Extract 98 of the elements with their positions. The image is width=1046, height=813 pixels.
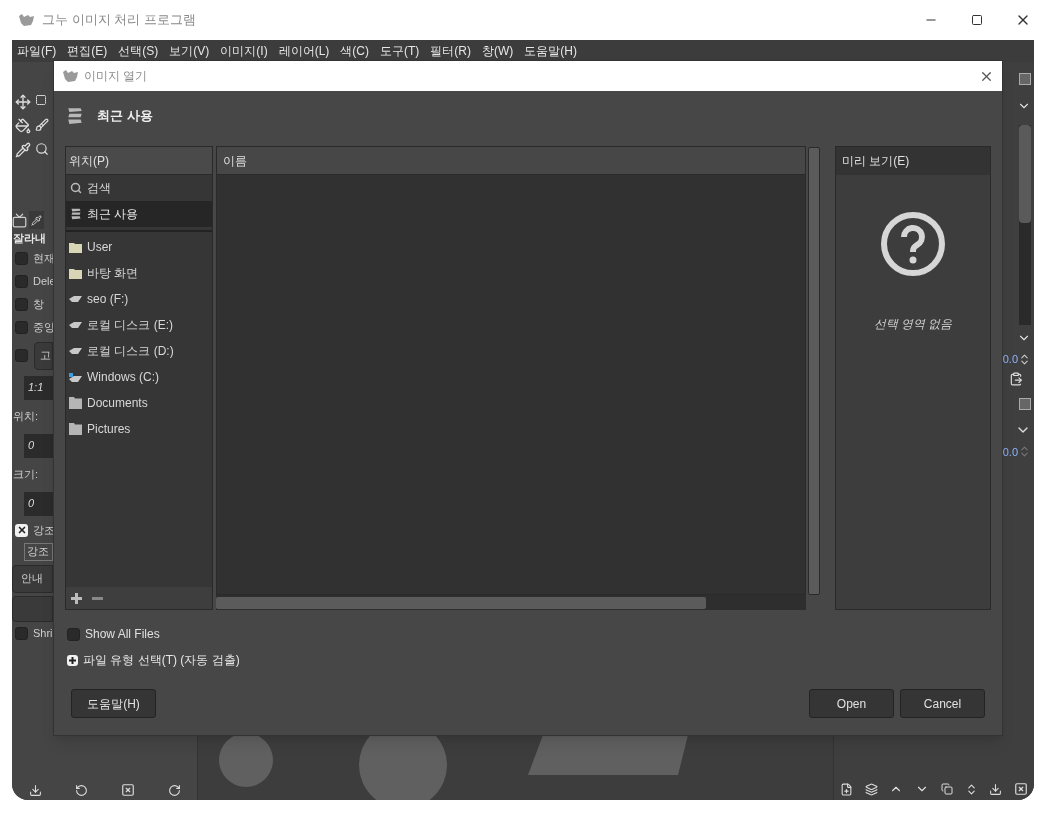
menu-item[interactable]: 도움말(H) [524,42,577,60]
rectangle-select-icon[interactable] [35,94,47,106]
menu-item[interactable]: 도구(T) [380,42,420,60]
option-label: Shri [33,625,53,641]
spin-value[interactable]: 0.0 [1002,443,1018,460]
checkbox[interactable] [15,349,28,362]
menu-item[interactable]: 색(C) [340,42,369,60]
option-label: 현재 [33,250,55,266]
column-header[interactable]: 위치(P) [66,147,212,175]
preview-message: 선택 영역 없음 [873,316,953,333]
dialog-button[interactable]: Cancel [900,689,985,718]
file-type-expander[interactable]: 파일 유형 선택(T) (자동 검출) [83,651,240,669]
menu-item[interactable]: 파일(F) [17,42,57,60]
location-label: 최근 사용 [97,107,153,126]
field-label: 크기: [12,467,40,483]
expand-icon[interactable] [67,654,78,666]
folder-icon [69,267,82,279]
place-item[interactable]: 로컬 디스크 (D:) [66,338,212,364]
stack-icon [66,107,84,125]
drive-icon [69,348,82,354]
place-item[interactable]: 바탕 화면 [66,260,212,286]
spin-value[interactable]: 0.0 [1002,351,1018,368]
drive-icon [69,296,82,302]
input-field[interactable]: 0 [24,433,53,458]
stack-icon [69,208,82,220]
tool-options-tab[interactable] [12,212,27,228]
combo-box[interactable]: 강조 [24,542,53,561]
combo-box[interactable]: 고 [34,341,53,370]
panel-menu-icon[interactable] [1019,397,1031,410]
scrollbar[interactable] [1019,125,1031,325]
remove-icon[interactable] [92,596,103,600]
place-item[interactable]: 로컬 디스크 (E:) [66,312,212,338]
device-status-tab[interactable] [29,211,44,229]
menu-item[interactable]: 창(W) [482,42,514,60]
duplicate-icon[interactable] [940,783,953,795]
zoom-icon[interactable] [35,142,49,156]
menu-item[interactable]: 편집(E) [67,42,108,60]
option-label: 강조 [33,522,55,538]
delete-icon[interactable] [120,783,135,797]
reset-icon[interactable] [167,783,181,797]
panel-title: 잘라내 [12,231,47,246]
place-item[interactable]: Documents [66,390,212,416]
checkbox[interactable] [15,523,28,537]
question-icon [880,211,946,277]
window-title: 그누 이미지 처리 프로그램 [42,11,196,30]
column-header[interactable]: 이름 [217,147,805,175]
paste-icon[interactable] [1009,371,1023,386]
dialog-button[interactable]: Open [809,689,894,718]
field-label: 위치: [12,409,40,425]
dialog-button[interactable]: 도움말(H) [71,689,156,718]
bucket-fill-icon[interactable] [15,118,31,134]
layer-group-icon[interactable] [864,782,878,796]
drive-icon [69,372,82,382]
place-item[interactable]: Windows (C:) [66,364,212,390]
drive-icon [69,322,82,328]
checkbox[interactable] [15,626,28,640]
delete-icon[interactable] [1014,782,1029,796]
scrollbar[interactable] [216,596,706,609]
column-header: 미리 보기(E) [836,147,990,175]
menu-item[interactable]: 보기(V) [169,42,210,60]
checkbox[interactable] [15,320,28,334]
option-label: 중앙 [33,319,55,335]
checkbox[interactable] [15,297,28,311]
folder-icon [69,397,82,409]
panel-menu-icon[interactable] [1019,73,1031,85]
place-item[interactable]: Pictures [66,416,212,442]
gimp-icon [62,69,80,83]
dialog-title: 이미지 열기 [84,68,148,85]
option-label: 창 [33,296,44,312]
folder-icon [69,423,82,435]
save-icon[interactable] [28,783,42,797]
new-layer-icon[interactable] [839,782,853,796]
menu-item[interactable]: 선택(S) [118,42,159,60]
checkbox[interactable] [15,251,28,265]
move-tool-icon[interactable] [15,94,31,110]
spinner-icon[interactable] [1018,352,1031,366]
place-item[interactable]: 검색 [66,175,212,201]
add-icon[interactable] [71,592,82,604]
guide-button[interactable]: 안내 [12,564,53,593]
place-item[interactable]: seo (F:) [66,286,212,312]
place-item[interactable]: 최근 사용 [66,201,212,227]
input-field[interactable]: 1:1 [24,375,53,400]
menu-item[interactable]: 필터(R) [430,42,471,60]
restore-icon[interactable] [74,783,88,797]
checkbox-label: Show All Files [85,626,160,643]
brush-icon[interactable] [35,118,49,132]
menu-item[interactable]: 이미지(I) [220,42,268,60]
gimp-icon [18,13,36,27]
scrollbar[interactable] [808,147,820,595]
search-icon [69,182,82,194]
folder-icon [69,241,82,253]
input-field[interactable]: 0 [24,491,53,516]
eyedropper-icon[interactable] [15,142,31,158]
maximize-icon[interactable] [971,14,983,26]
menu-item[interactable]: 레이어(L) [278,42,330,60]
checkbox[interactable] [67,627,80,641]
place-item[interactable]: User [66,234,212,260]
checkbox[interactable] [15,274,28,288]
